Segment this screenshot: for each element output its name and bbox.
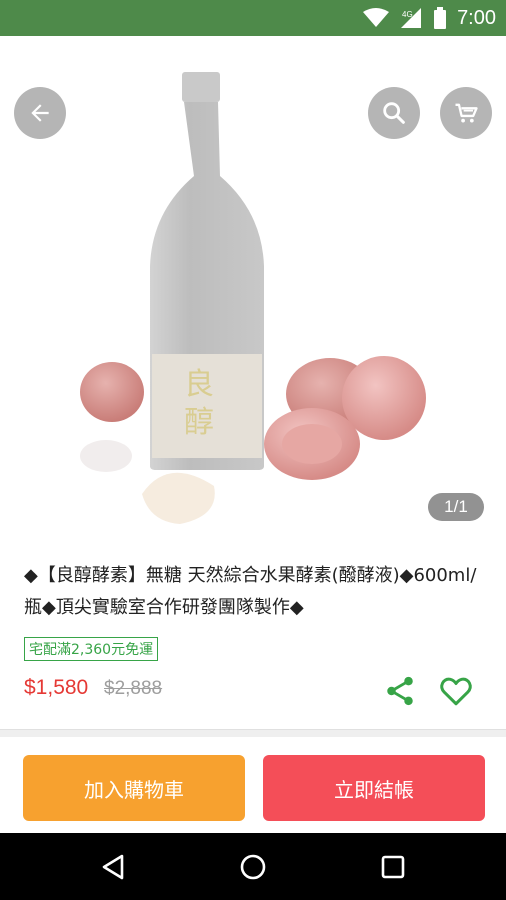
clock: 7:00 — [457, 6, 496, 29]
checkout-button[interactable]: 立即結帳 — [263, 755, 485, 821]
product-image: 良 醇 — [80, 72, 426, 524]
battery-icon — [434, 7, 447, 29]
status-bar: 4G 7:00 — [0, 0, 506, 36]
arrow-left-icon — [31, 104, 49, 122]
square-recents-icon — [381, 855, 405, 879]
bottle-label-char-2: 醇 — [184, 405, 214, 440]
share-icon — [387, 676, 413, 706]
favorite-button[interactable] — [436, 671, 476, 711]
nav-recents-button[interactable] — [372, 846, 414, 888]
image-page-indicator: 1/1 — [428, 493, 484, 521]
free-shipping-badge: 宅配滿2,360元免運 — [24, 637, 159, 661]
wifi-icon — [363, 8, 390, 27]
bottle-label-char-1: 良 — [184, 367, 214, 402]
action-bar: 加入購物車 立即結帳 — [0, 737, 506, 833]
triangle-back-icon — [102, 854, 124, 880]
signal-icon: 4G — [401, 8, 422, 28]
product-title: ◆【良醇酵素】無糖 天然綜合水果酵素(醱酵液)◆600ml/瓶◆頂尖實驗室合作研… — [24, 565, 477, 618]
search-button[interactable] — [368, 87, 420, 139]
shopping-cart-icon — [455, 103, 478, 123]
search-icon — [383, 102, 405, 124]
heart-outline-icon — [440, 677, 472, 706]
original-price: $2,888 — [104, 678, 163, 699]
network-type: 4G — [402, 10, 413, 19]
sale-price: $1,580 — [24, 676, 89, 699]
section-divider — [0, 729, 506, 737]
share-button[interactable] — [380, 671, 420, 711]
back-button[interactable] — [14, 87, 66, 139]
nav-home-button[interactable] — [232, 846, 274, 888]
system-nav-bar — [0, 833, 506, 900]
product-gallery[interactable]: 良 醇 — [0, 36, 506, 530]
nav-back-button[interactable] — [92, 846, 134, 888]
cart-button[interactable] — [440, 87, 492, 139]
circle-home-icon — [240, 854, 266, 880]
add-to-cart-button[interactable]: 加入購物車 — [23, 755, 245, 821]
